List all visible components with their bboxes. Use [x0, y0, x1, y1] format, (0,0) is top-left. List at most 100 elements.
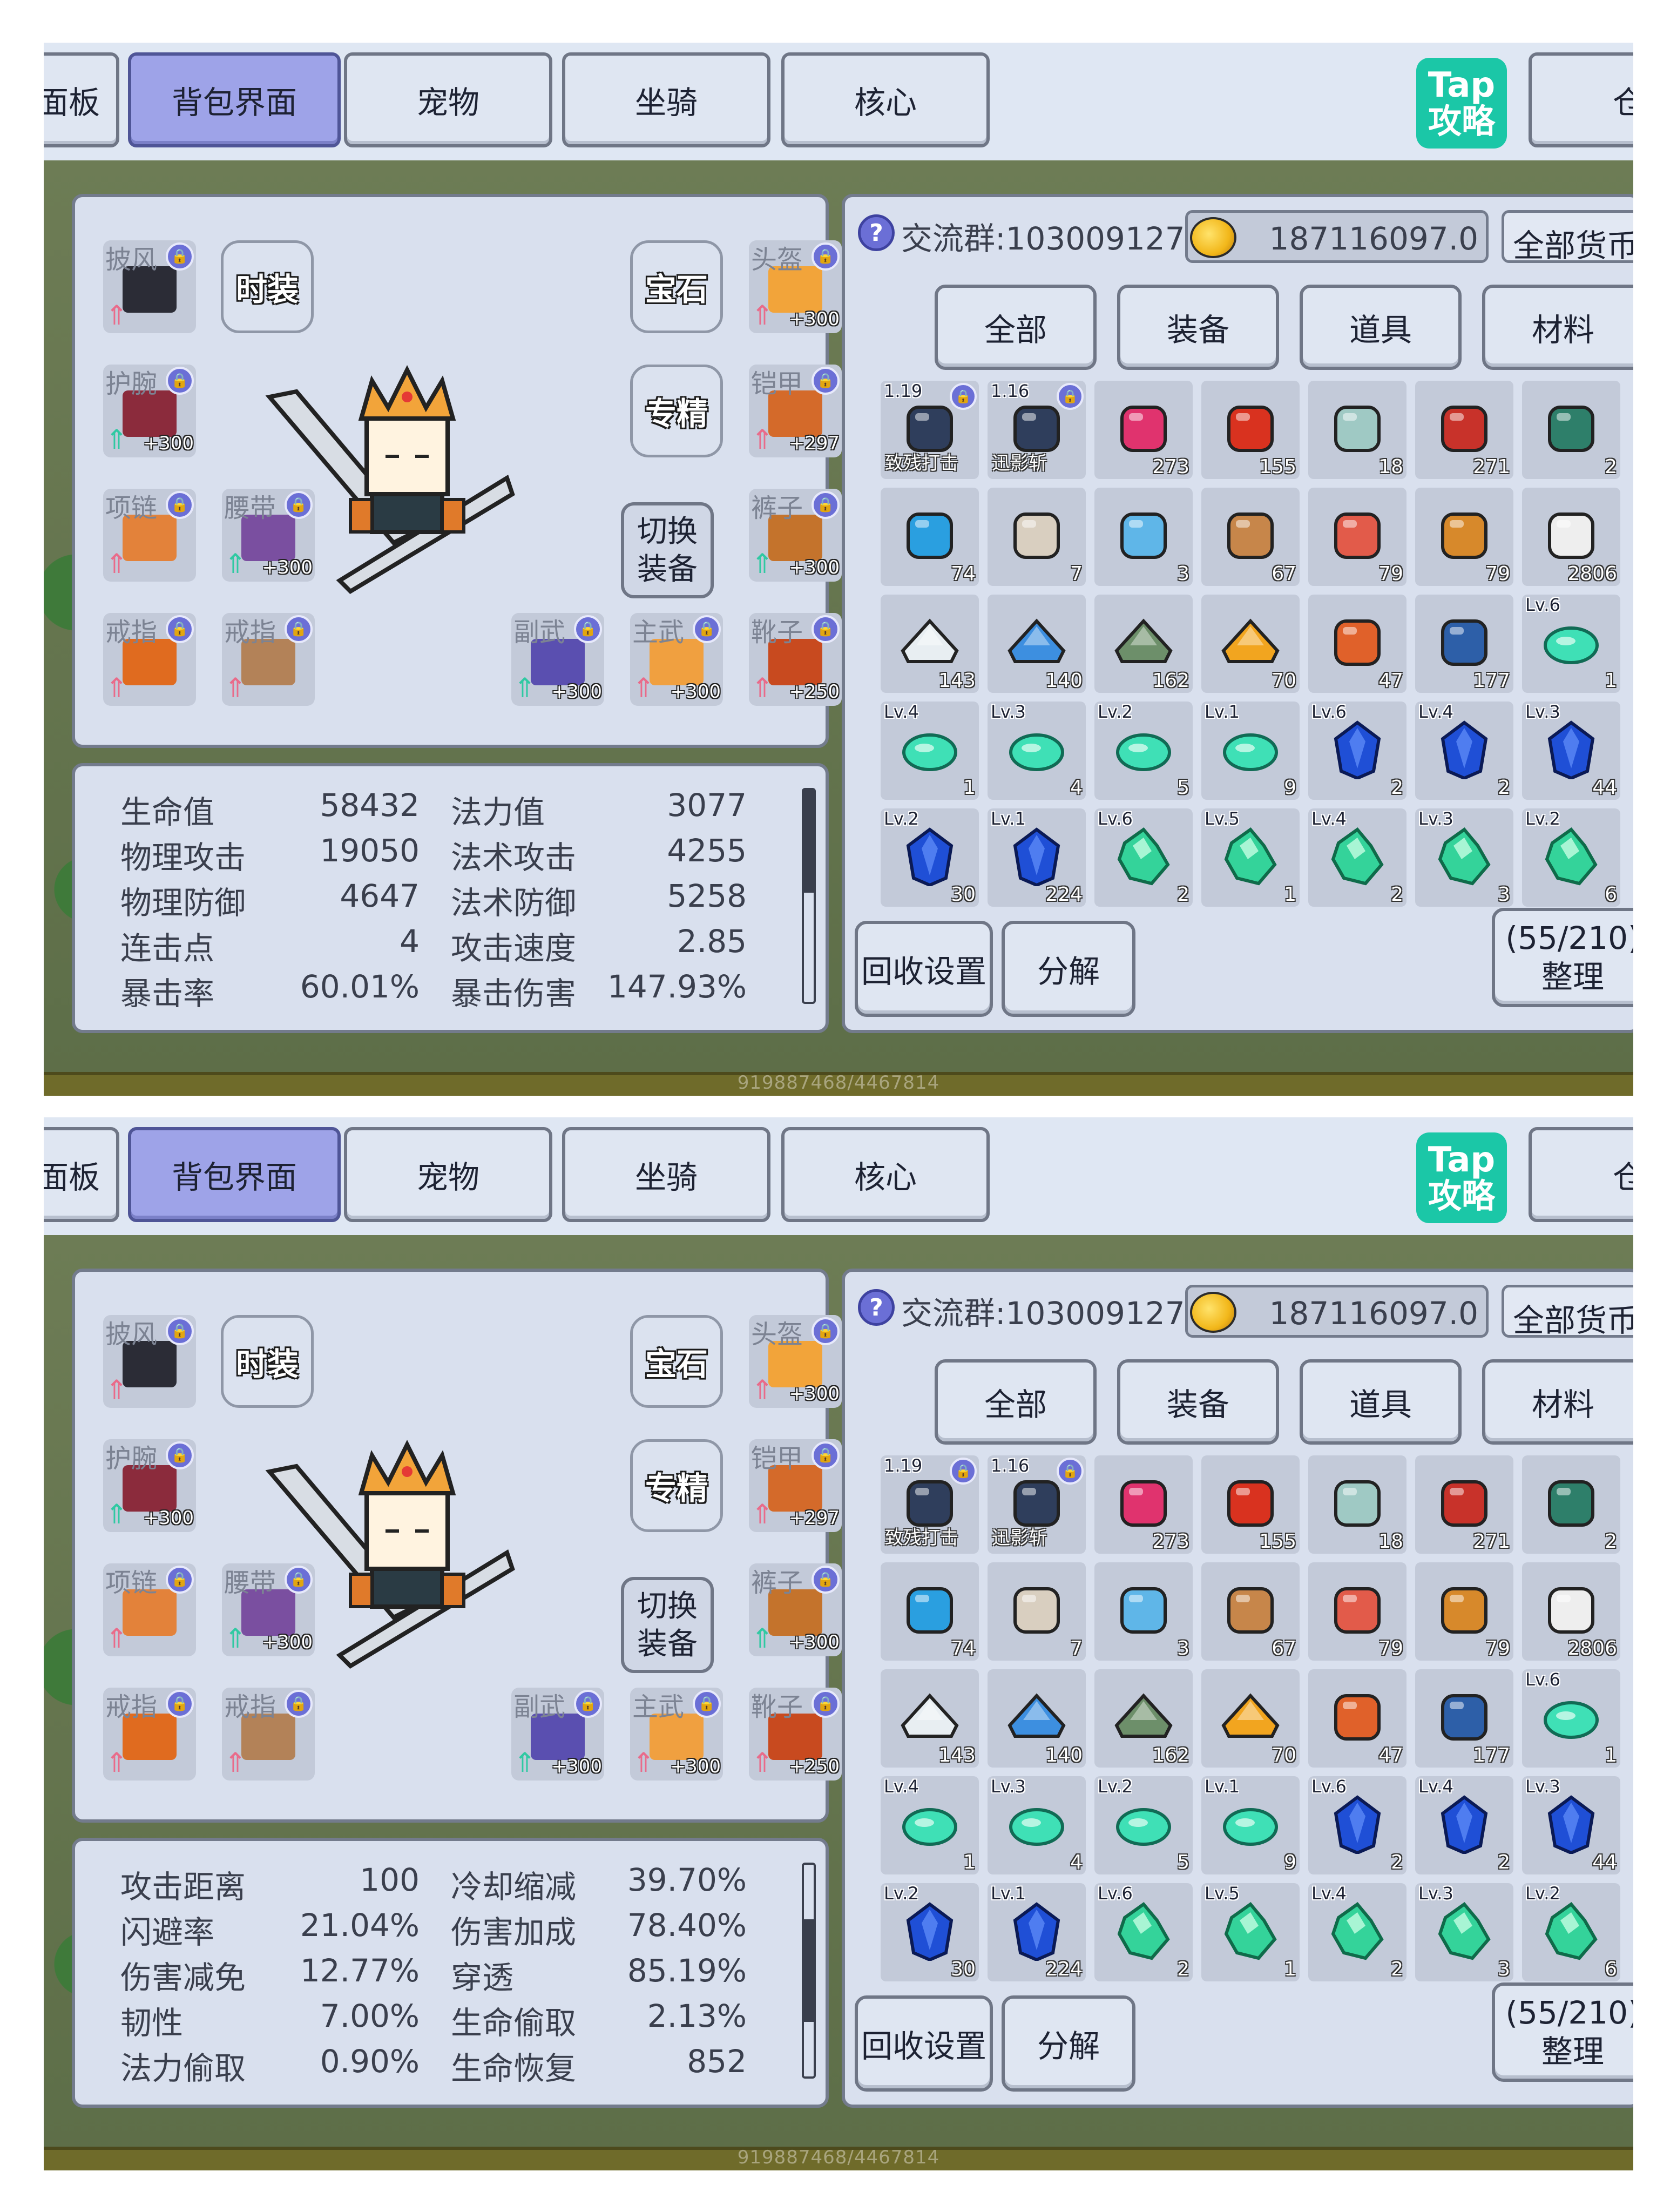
inventory-slot[interactable]: 79 [1308, 1562, 1406, 1661]
inventory-slot[interactable]: Lv.3 4 [988, 1776, 1086, 1874]
equip-slot-1[interactable]: 头盔 🔒 ⇑ +300 [749, 240, 842, 333]
inventory-slot[interactable]: Lv.6 2 [1308, 1776, 1406, 1874]
inventory-slot[interactable]: 271 [1415, 381, 1513, 479]
inventory-slot[interactable]: 2 [1522, 1455, 1620, 1554]
equip-slot-9[interactable]: 副武 🔒 ⇑ +300 [511, 613, 604, 706]
inventory-slot[interactable]: 67 [1201, 488, 1300, 586]
recycle-settings-button[interactable]: 回收设置 [855, 921, 993, 1017]
inventory-slot[interactable]: 18 [1308, 1455, 1406, 1554]
inventory-slot[interactable]: 67 [1201, 1562, 1300, 1661]
inventory-slot[interactable]: 162 [1094, 1669, 1193, 1768]
decompose-button[interactable]: 分解 [1002, 921, 1135, 1017]
inventory-slot[interactable]: Lv.6 1 [1522, 595, 1620, 693]
tab-5[interactable]: 仓 [1529, 1127, 1633, 1222]
inventory-slot[interactable]: 1.16 🔒 迅影斩 [988, 1455, 1086, 1554]
equip-slot-4[interactable]: 项链 🔒 ⇑ [103, 489, 196, 582]
bag-tab-3[interactable]: 材料 [1482, 285, 1633, 370]
stats-scrollbar[interactable] [802, 1863, 816, 2079]
bag-tab-2[interactable]: 道具 [1300, 285, 1462, 370]
equip-slot-7[interactable]: 戒指 🔒 ⇑ [103, 1688, 196, 1781]
inventory-slot[interactable]: 177 [1415, 595, 1513, 693]
bag-tab-3[interactable]: 材料 [1482, 1359, 1633, 1445]
tap-guide-logo[interactable]: Tap 攻略 [1416, 58, 1507, 149]
inventory-slot[interactable]: Lv.4 1 [881, 1776, 979, 1874]
inventory-slot[interactable]: 273 [1094, 1455, 1193, 1554]
equip-slot-10[interactable]: 主武 🔒 ⇑ +300 [630, 613, 723, 706]
inventory-slot[interactable]: 2806 [1522, 488, 1620, 586]
inventory-slot[interactable]: Lv.1 9 [1201, 702, 1300, 800]
tab-2[interactable]: 宠物 [344, 1127, 552, 1222]
inventory-slot[interactable]: 47 [1308, 595, 1406, 693]
inventory-slot[interactable]: 79 [1308, 488, 1406, 586]
inventory-slot[interactable]: 79 [1415, 1562, 1513, 1661]
inventory-slot[interactable]: 140 [988, 1669, 1086, 1768]
inventory-slot[interactable]: Lv.1 224 [988, 1883, 1086, 1981]
equip-slot-3[interactable]: 铠甲 🔒 ⇑ +297 [749, 1439, 842, 1532]
inventory-slot[interactable]: Lv.3 44 [1522, 1776, 1620, 1874]
inventory-slot[interactable]: 162 [1094, 595, 1193, 693]
equip-slot-1[interactable]: 头盔 🔒 ⇑ +300 [749, 1315, 842, 1408]
tab-3[interactable]: 坐骑 [562, 1127, 770, 1222]
tab-2[interactable]: 宠物 [344, 52, 552, 147]
equip-slot-0[interactable]: 披风 🔒 ⇑ [103, 1315, 196, 1408]
equip-slot-2[interactable]: 护腕 🔒 ⇑ +300 [103, 365, 196, 457]
inventory-slot[interactable]: Lv.1 224 [988, 808, 1086, 907]
inventory-slot[interactable]: Lv.2 5 [1094, 702, 1193, 800]
tab-5[interactable]: 仓 [1529, 52, 1633, 147]
all-currency-button[interactable]: 全部货币 [1502, 210, 1633, 264]
inventory-slot[interactable]: Lv.5 1 [1201, 1883, 1300, 1981]
help-icon[interactable]: ? [858, 214, 895, 251]
inventory-slot[interactable]: Lv.2 6 [1522, 1883, 1620, 1981]
inventory-slot[interactable]: 47 [1308, 1669, 1406, 1768]
equip-slot-2[interactable]: 护腕 🔒 ⇑ +300 [103, 1439, 196, 1532]
costume-button[interactable]: 时装 [221, 240, 314, 333]
inventory-slot[interactable]: 74 [881, 1562, 979, 1661]
sort-button[interactable]: (55/210) 整理 [1492, 908, 1633, 1007]
tab-1[interactable]: 背包界面 [128, 52, 341, 147]
bag-tab-0[interactable]: 全部 [935, 1359, 1097, 1445]
equip-slot-4[interactable]: 项链 🔒 ⇑ [103, 1563, 196, 1656]
recycle-settings-button[interactable]: 回收设置 [855, 1995, 993, 2092]
tab-1[interactable]: 背包界面 [128, 1127, 341, 1222]
inventory-slot[interactable]: 1.19 🔒 致残打击 [881, 1455, 979, 1554]
mastery-button[interactable]: 专精 [630, 1439, 723, 1532]
inventory-slot[interactable]: 70 [1201, 1669, 1300, 1768]
tab-3[interactable]: 坐骑 [562, 52, 770, 147]
costume-button[interactable]: 时装 [221, 1315, 314, 1408]
equip-slot-6[interactable]: 裤子 🔒 ⇑ +300 [749, 1563, 842, 1656]
inventory-slot[interactable]: 70 [1201, 595, 1300, 693]
inventory-slot[interactable]: Lv.3 4 [988, 702, 1086, 800]
tab-0[interactable]: 面板 [44, 52, 119, 147]
inventory-slot[interactable]: Lv.5 1 [1201, 808, 1300, 907]
inventory-slot[interactable]: 7 [988, 1562, 1086, 1661]
equip-slot-8[interactable]: 戒指 🔒 ⇑ [222, 1688, 315, 1781]
bag-tab-1[interactable]: 装备 [1117, 1359, 1279, 1445]
inventory-slot[interactable]: Lv.3 44 [1522, 702, 1620, 800]
switch-equipment-button[interactable]: 切换 装备 [621, 502, 714, 598]
switch-equipment-button[interactable]: 切换 装备 [621, 1577, 714, 1673]
inventory-slot[interactable]: 271 [1415, 1455, 1513, 1554]
inventory-slot[interactable]: 1.19 🔒 致残打击 [881, 381, 979, 479]
sort-button[interactable]: (55/210) 整理 [1492, 1982, 1633, 2082]
inventory-slot[interactable]: 79 [1415, 488, 1513, 586]
inventory-slot[interactable]: Lv.4 2 [1308, 1883, 1406, 1981]
tap-guide-logo[interactable]: Tap 攻略 [1416, 1132, 1507, 1223]
inventory-slot[interactable]: Lv.4 2 [1415, 1776, 1513, 1874]
equip-slot-10[interactable]: 主武 🔒 ⇑ +300 [630, 1688, 723, 1781]
equip-slot-11[interactable]: 靴子 🔒 ⇑ +250 [749, 1688, 842, 1781]
inventory-slot[interactable]: 273 [1094, 381, 1193, 479]
inventory-slot[interactable]: 74 [881, 488, 979, 586]
inventory-slot[interactable]: Lv.6 2 [1094, 1883, 1193, 1981]
gem-button[interactable]: 宝石 [630, 1315, 723, 1408]
equip-slot-9[interactable]: 副武 🔒 ⇑ +300 [511, 1688, 604, 1781]
inventory-slot[interactable]: 2806 [1522, 1562, 1620, 1661]
inventory-slot[interactable]: 143 [881, 595, 979, 693]
equip-slot-8[interactable]: 戒指 🔒 ⇑ [222, 613, 315, 706]
inventory-slot[interactable]: 155 [1201, 381, 1300, 479]
decompose-button[interactable]: 分解 [1002, 1995, 1135, 2092]
inventory-slot[interactable]: Lv.6 2 [1308, 702, 1406, 800]
inventory-slot[interactable]: Lv.2 30 [881, 808, 979, 907]
inventory-slot[interactable]: 3 [1094, 1562, 1193, 1661]
help-icon[interactable]: ? [858, 1289, 895, 1326]
inventory-slot[interactable]: 7 [988, 488, 1086, 586]
